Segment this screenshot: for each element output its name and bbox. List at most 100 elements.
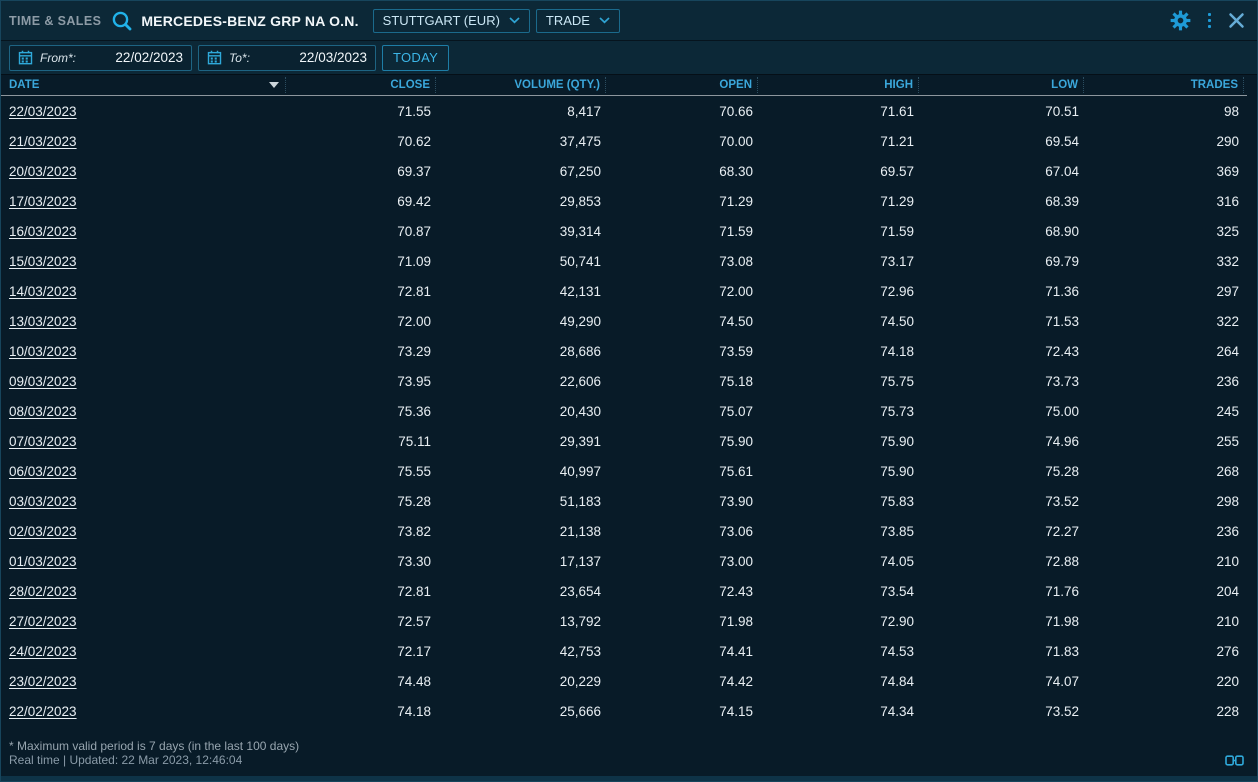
table-row: 02/03/2023 73.82 21,138 73.06 73.85 72.27 236 [1,516,1247,546]
table-row: 01/03/2023 73.30 17,137 73.00 74.05 72.88 210 [1,546,1247,576]
cell-open: 74.50 [719,313,753,329]
column-header-label: OPEN [719,79,752,91]
column-header-date[interactable]: DATE [1,77,286,93]
table-row: 15/03/2023 71.09 50,741 73.08 73.17 69.79 332 [1,246,1247,276]
date-link[interactable]: 02/03/2023 [1,524,286,539]
date-link[interactable]: 09/03/2023 [1,374,286,389]
cell-low: 70.51 [1045,103,1079,119]
column-header-low[interactable]: LOW [919,77,1084,93]
date-link[interactable]: 07/03/2023 [1,434,286,449]
cell-volume: 29,853 [559,193,601,209]
from-date-value: 22/02/2023 [115,50,183,65]
cell-volume: 28,686 [559,343,601,359]
venue-dropdown[interactable]: STUTTGART (EUR) [372,8,530,33]
trade-type-dropdown-label: TRADE [545,13,590,28]
date-link[interactable]: 06/03/2023 [1,464,286,479]
more-options-icon[interactable] [1206,11,1214,31]
column-header-trades[interactable]: TRADES [1084,77,1244,93]
cell-close: 72.17 [397,643,431,659]
column-header-high[interactable]: HIGH [758,77,919,93]
today-button[interactable]: TODAY [382,44,450,71]
column-header-close[interactable]: CLOSE [286,77,436,93]
cell-volume: 42,753 [559,643,601,659]
cell-trades: 236 [1216,373,1239,389]
sort-desc-icon[interactable] [269,82,279,88]
cell-high: 71.21 [880,133,914,149]
footer: * Maximum valid period is 7 days (in the… [1,726,1257,776]
title-bar: TIME & SALES MERCEDES-BENZ GRP NA O.N. S… [1,1,1257,41]
date-link[interactable]: 27/02/2023 [1,614,286,629]
column-header-open[interactable]: OPEN [606,77,758,93]
cell-trades: 276 [1216,643,1239,659]
column-header-label: VOLUME (QTY.) [514,79,600,91]
date-link[interactable]: 08/03/2023 [1,404,286,419]
cell-close: 73.95 [397,373,431,389]
cell-close: 72.57 [397,613,431,629]
cell-open: 74.42 [719,673,753,689]
cell-volume: 49,290 [559,313,601,329]
cell-low: 72.27 [1045,523,1079,539]
cell-low: 73.52 [1045,703,1079,719]
date-link[interactable]: 20/03/2023 [1,164,286,179]
date-link[interactable]: 28/02/2023 [1,584,286,599]
date-link[interactable]: 17/03/2023 [1,194,286,209]
cell-open: 75.90 [719,433,753,449]
table-row: 13/03/2023 72.00 49,290 74.50 74.50 71.53 322 [1,306,1247,336]
cell-close: 73.29 [397,343,431,359]
cell-high: 73.17 [880,253,914,269]
date-link[interactable]: 10/03/2023 [1,344,286,359]
close-icon[interactable] [1228,12,1245,29]
cell-open: 74.41 [719,643,753,659]
cell-low: 69.54 [1045,133,1079,149]
cell-close: 75.36 [397,403,431,419]
date-link[interactable]: 21/03/2023 [1,134,286,149]
cell-volume: 25,666 [559,703,601,719]
calendar-icon [18,50,33,65]
cell-volume: 40,997 [559,463,601,479]
cell-low: 71.83 [1045,643,1079,659]
date-link[interactable]: 01/03/2023 [1,554,286,569]
cell-trades: 255 [1216,433,1239,449]
settings-gear-icon[interactable] [1170,10,1191,31]
instrument-name[interactable]: MERCEDES-BENZ GRP NA O.N. [141,13,358,29]
column-header-label: TRADES [1190,79,1238,91]
cell-high: 73.85 [880,523,914,539]
cell-trades: 220 [1216,673,1239,689]
trade-type-dropdown[interactable]: TRADE [535,8,620,33]
cell-volume: 8,417 [567,103,601,119]
table-row: 16/03/2023 70.87 39,314 71.59 71.59 68.90 325 [1,216,1247,246]
cell-trades: 297 [1216,283,1239,299]
cell-low: 73.52 [1045,493,1079,509]
cell-trades: 332 [1216,253,1239,269]
link-channel-icon[interactable] [1225,754,1244,767]
from-date-field[interactable]: From*: 22/02/2023 [9,44,192,71]
date-link[interactable]: 23/02/2023 [1,674,286,689]
date-link[interactable]: 16/03/2023 [1,224,286,239]
search-icon[interactable] [111,10,133,32]
cell-low: 72.88 [1045,553,1079,569]
date-link[interactable]: 22/02/2023 [1,704,286,719]
date-link[interactable]: 14/03/2023 [1,284,286,299]
chevron-down-icon [509,17,520,24]
cell-high: 71.29 [880,193,914,209]
to-date-field[interactable]: To*: 22/03/2023 [198,44,376,71]
cell-close: 72.81 [397,283,431,299]
date-link[interactable]: 22/03/2023 [1,104,286,119]
cell-volume: 23,654 [559,583,601,599]
cell-open: 68.30 [719,163,753,179]
date-link[interactable]: 15/03/2023 [1,254,286,269]
cell-volume: 17,137 [559,553,601,569]
column-header-volume[interactable]: VOLUME (QTY.) [436,77,606,93]
table-row: 24/02/2023 72.17 42,753 74.41 74.53 71.83 276 [1,636,1247,666]
date-link[interactable]: 03/03/2023 [1,494,286,509]
column-header-label: LOW [1051,79,1078,91]
date-link[interactable]: 13/03/2023 [1,314,286,329]
cell-open: 72.43 [719,583,753,599]
date-link[interactable]: 24/02/2023 [1,644,286,659]
app-title: TIME & SALES [9,13,102,28]
cell-volume: 51,183 [559,493,601,509]
cell-open: 73.06 [719,523,753,539]
table-row: 09/03/2023 73.95 22,606 75.18 75.75 73.73 236 [1,366,1247,396]
cell-trades: 316 [1216,193,1239,209]
cell-low: 74.07 [1045,673,1079,689]
